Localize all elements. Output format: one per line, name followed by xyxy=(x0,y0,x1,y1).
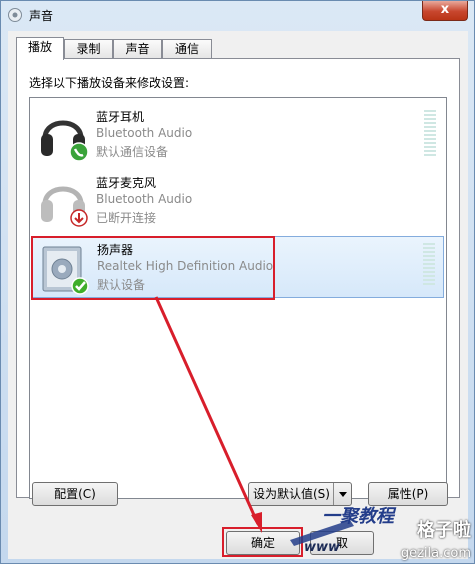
watermark-www: www xyxy=(304,540,341,555)
watermark-logo-text: 一聚教程 xyxy=(322,506,394,527)
annotation-arrow xyxy=(154,296,262,533)
watermark-site: 格子啦 xyxy=(417,520,471,541)
watermark: 一聚教程 www 格子啦 gezila.com xyxy=(280,500,475,564)
watermark-domain: gezila.com xyxy=(400,546,471,561)
tab-playback[interactable]: 播放 xyxy=(16,37,64,60)
